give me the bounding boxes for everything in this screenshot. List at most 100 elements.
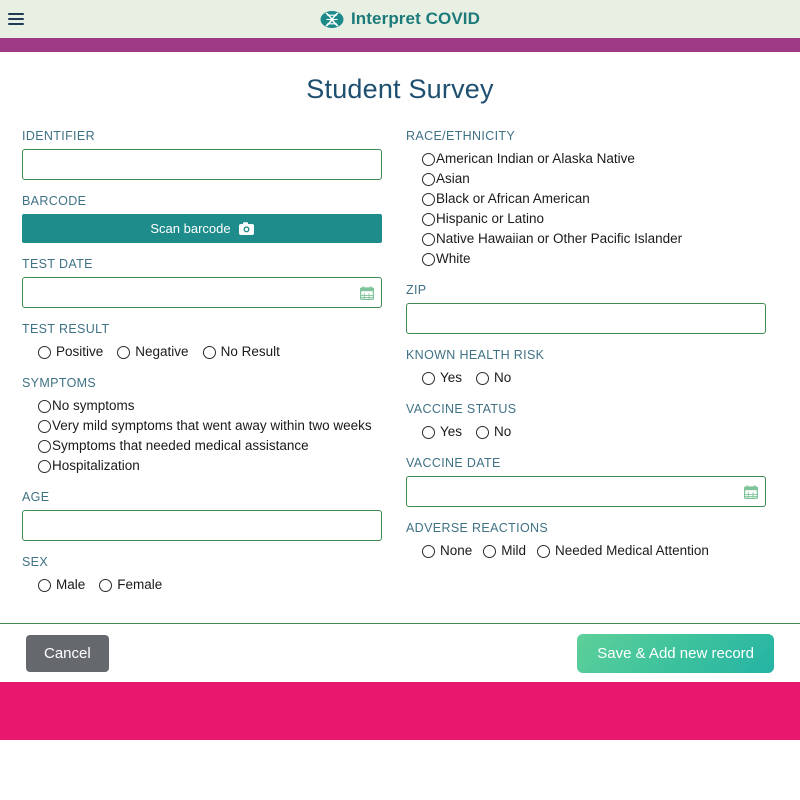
radio-circle-icon xyxy=(422,371,435,385)
radio-label: Hispanic or Latino xyxy=(436,211,545,226)
barcode-label: BARCODE xyxy=(22,194,87,208)
radio-label: American Indian or Alaska Native xyxy=(436,151,635,166)
sex-label: SEX xyxy=(22,555,49,569)
radio-label: Positive xyxy=(56,344,104,359)
radio-option[interactable]: Symptoms that needed medical assistance xyxy=(38,436,382,456)
radio-option[interactable]: Negative xyxy=(117,342,189,362)
radio-label: No symptoms xyxy=(52,398,135,413)
field-adverse-reactions: ADVERSE REACTIONS None Mild Needed Medic… xyxy=(406,521,766,561)
age-label: AGE xyxy=(22,490,50,504)
radio-circle-icon xyxy=(202,345,216,359)
field-test-date: TEST DATE xyxy=(22,257,382,308)
radio-circle-icon xyxy=(38,419,51,433)
radio-label: Black or African American xyxy=(436,191,590,206)
radio-circle-icon xyxy=(38,345,51,359)
test-date-label: TEST DATE xyxy=(22,257,93,271)
zip-label: ZIP xyxy=(406,283,427,297)
radio-option[interactable]: Yes xyxy=(422,368,462,388)
radio-option[interactable]: Hispanic or Latino xyxy=(422,209,766,229)
radio-label: Mild xyxy=(501,543,527,558)
field-age: AGE xyxy=(22,490,382,541)
radio-option[interactable]: Male xyxy=(38,575,85,595)
radio-circle-icon xyxy=(422,425,435,439)
vaccine-date-input[interactable] xyxy=(406,476,766,507)
test-result-options: Positive Negative No Result xyxy=(22,342,382,362)
radio-option[interactable]: Needed Medical Attention xyxy=(537,541,709,561)
radio-option[interactable]: Asian xyxy=(422,169,766,189)
radio-option[interactable]: Very mild symptoms that went away within… xyxy=(38,416,382,436)
radio-circle-icon xyxy=(422,192,435,206)
radio-option[interactable]: Mild xyxy=(483,541,526,561)
test-date-input-wrap xyxy=(22,277,382,308)
adverse-reactions-label: ADVERSE REACTIONS xyxy=(406,521,549,535)
survey-form: IDENTIFIER BARCODE Scan barcode TEST DAT… xyxy=(0,129,800,609)
symptoms-options: No symptoms Very mild symptoms that went… xyxy=(22,396,382,476)
radio-label: Asian xyxy=(436,171,470,186)
radio-circle-icon xyxy=(422,212,435,226)
radio-label: Yes xyxy=(440,424,463,439)
radio-option[interactable]: None xyxy=(422,541,472,561)
purple-accent-bar xyxy=(0,38,800,52)
hamburger-line xyxy=(8,23,24,25)
zip-input[interactable] xyxy=(406,303,766,334)
age-input[interactable] xyxy=(22,510,382,541)
sex-options: Male Female xyxy=(22,575,382,595)
radio-circle-icon xyxy=(422,544,435,558)
calendar-icon[interactable] xyxy=(743,484,759,499)
radio-option[interactable]: No xyxy=(476,422,511,442)
form-right-column: RACE/ETHNICITY American Indian or Alaska… xyxy=(404,129,766,575)
radio-circle-icon xyxy=(483,544,497,558)
radio-label: Very mild symptoms that went away within… xyxy=(52,418,372,433)
vaccine-status-options: Yes No xyxy=(406,422,766,442)
radio-option[interactable]: Yes xyxy=(422,422,462,442)
field-identifier: IDENTIFIER xyxy=(22,129,382,180)
field-barcode: BARCODE Scan barcode xyxy=(22,194,382,243)
radio-circle-icon xyxy=(422,152,435,166)
radio-option[interactable]: No Result xyxy=(202,342,280,362)
camera-icon xyxy=(238,222,254,235)
field-zip: ZIP xyxy=(406,283,766,334)
radio-option[interactable]: Native Hawaiian or Other Pacific Islande… xyxy=(422,229,766,249)
radio-label: No Result xyxy=(220,344,280,359)
radio-option[interactable]: Female xyxy=(99,575,162,595)
save-add-new-record-button[interactable]: Save & Add new record xyxy=(577,633,774,673)
app-header: Interpret COVID xyxy=(0,0,800,38)
radio-circle-icon xyxy=(476,425,490,439)
radio-label: None xyxy=(440,543,473,558)
radio-circle-icon xyxy=(38,439,51,453)
form-footer: Cancel Save & Add new record xyxy=(0,624,800,682)
hamburger-menu-icon[interactable] xyxy=(8,13,24,25)
radio-circle-icon xyxy=(422,232,435,246)
radio-circle-icon xyxy=(38,459,51,473)
adverse-reactions-options: None Mild Needed Medical Attention xyxy=(406,541,766,561)
test-date-input[interactable] xyxy=(22,277,382,308)
radio-option[interactable]: American Indian or Alaska Native xyxy=(422,149,766,169)
radio-option[interactable]: No symptoms xyxy=(38,396,382,416)
identifier-input[interactable] xyxy=(22,149,382,180)
test-result-label: TEST RESULT xyxy=(22,322,110,336)
cancel-button[interactable]: Cancel xyxy=(26,634,109,672)
brand[interactable]: Interpret COVID xyxy=(320,9,480,30)
radio-option[interactable]: White xyxy=(422,249,766,269)
field-test-result: TEST RESULT Positive Negative No Result xyxy=(22,322,382,362)
page-title: Student Survey xyxy=(306,74,494,104)
radio-label: Female xyxy=(117,577,163,592)
radio-option[interactable]: No xyxy=(476,368,511,388)
radio-circle-icon xyxy=(38,399,51,413)
known-health-risk-options: Yes No xyxy=(406,368,766,388)
scan-barcode-button[interactable]: Scan barcode xyxy=(22,214,382,243)
vaccine-date-label: VACCINE DATE xyxy=(406,456,501,470)
radio-circle-icon xyxy=(476,371,490,385)
radio-option[interactable]: Black or African American xyxy=(422,189,766,209)
radio-label: Yes xyxy=(440,370,463,385)
radio-label: Hospitalization xyxy=(52,458,140,473)
radio-label: Needed Medical Attention xyxy=(555,543,709,558)
dna-oval-logo-icon xyxy=(320,9,344,30)
brand-title: Interpret COVID xyxy=(350,9,481,28)
radio-option[interactable]: Positive xyxy=(38,342,103,362)
radio-option[interactable]: Hospitalization xyxy=(38,456,382,476)
radio-circle-icon xyxy=(117,345,131,359)
calendar-icon[interactable] xyxy=(359,285,375,300)
vaccine-date-input-wrap xyxy=(406,476,766,507)
radio-circle-icon xyxy=(38,578,51,592)
